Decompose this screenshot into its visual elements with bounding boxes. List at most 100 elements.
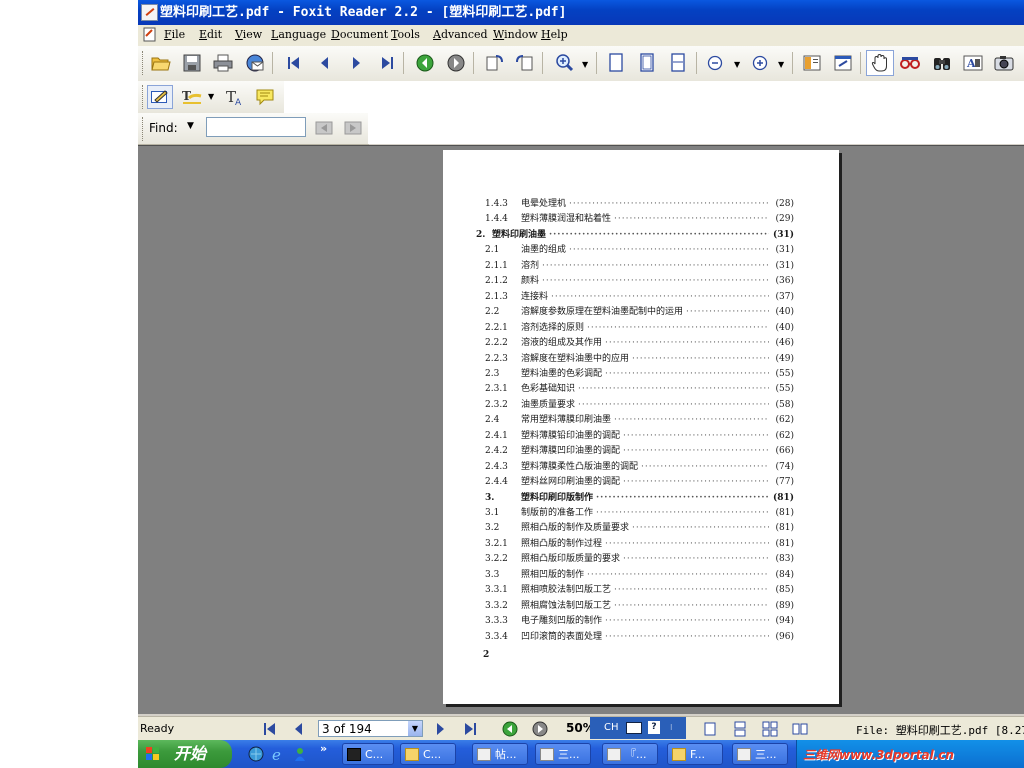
toc-entry: 2.4 常用塑料薄膜印刷油墨 (62) xyxy=(485,413,794,428)
go-forward-icon[interactable] xyxy=(444,51,468,75)
start-button[interactable]: 开始 xyxy=(138,740,232,768)
internet-explorer-icon[interactable]: e xyxy=(270,746,286,762)
go-back-icon[interactable] xyxy=(413,51,437,75)
actual-size-icon[interactable] xyxy=(604,51,628,75)
toc-entry-title: 照相凹版的制作 xyxy=(521,569,585,580)
facing-page-icon[interactable] xyxy=(758,717,782,741)
taskbar-button[interactable]: C... xyxy=(400,743,456,765)
chevron-down-icon[interactable]: ▼ xyxy=(408,721,422,736)
toc-entry-number: 2.1.1 xyxy=(485,260,508,271)
first-page-icon[interactable] xyxy=(282,51,306,75)
toc-entry-title: 色彩基础知识 xyxy=(521,384,576,395)
select-text-icon[interactable] xyxy=(898,51,922,75)
toc-entry-page: (31) xyxy=(772,229,794,240)
toc-leader-dots xyxy=(632,521,769,536)
highlight-text-icon[interactable]: T xyxy=(180,85,204,109)
taskbar-button[interactable]: F... xyxy=(667,743,723,765)
taskbar-button[interactable]: 三... xyxy=(535,743,591,765)
toolbar-grip[interactable] xyxy=(142,85,145,109)
email-icon[interactable] xyxy=(243,51,267,75)
rotate-left-icon[interactable] xyxy=(482,51,506,75)
note-pencil-icon[interactable] xyxy=(147,85,173,109)
ime-options-icon[interactable]: ⁝ xyxy=(670,717,673,739)
text-tool-icon[interactable]: TA xyxy=(222,85,246,109)
toc-entry-number: 2. xyxy=(476,229,486,240)
document-viewport[interactable]: 1.4.3 电晕处理机 (28) 1.4.4 塑料薄膜润湿和粘着性 (29) 2. 塑料印刷油… xyxy=(138,145,1024,714)
chevron-down-icon[interactable]: ▼ xyxy=(734,60,740,69)
toolbar-grip[interactable] xyxy=(142,51,145,75)
rotate-right-icon[interactable] xyxy=(513,51,537,75)
toc-entry: 3.3.4 凹印滚筒的表面处理 (96) xyxy=(485,630,794,645)
messenger-icon[interactable] xyxy=(292,746,308,762)
find-input[interactable] xyxy=(206,117,306,137)
menu-view[interactable]: View xyxy=(235,28,262,41)
taskbar-button[interactable]: C... xyxy=(342,743,394,765)
menu-document[interactable]: Document xyxy=(331,28,388,41)
next-page-icon[interactable] xyxy=(344,51,368,75)
find-previous-icon[interactable] xyxy=(312,116,336,140)
app-icon xyxy=(347,748,361,761)
document-menu-icon[interactable] xyxy=(143,27,157,42)
zoom-tool-icon[interactable] xyxy=(553,51,577,75)
save-icon[interactable] xyxy=(180,51,204,75)
last-page-icon[interactable] xyxy=(375,51,399,75)
find-next-icon[interactable] xyxy=(341,116,365,140)
separator xyxy=(792,52,793,74)
single-page-icon[interactable] xyxy=(698,717,722,741)
continuous-facing-icon[interactable] xyxy=(788,717,812,741)
toc-entry-title: 照相腐蚀法制凹版工艺 xyxy=(521,600,612,611)
title-bar[interactable]: 塑料印刷工艺.pdf - Foxit Reader 2.2 - [塑料印刷工艺.… xyxy=(138,0,1024,25)
toc-leader-dots xyxy=(587,568,769,583)
first-page-icon[interactable] xyxy=(258,717,282,741)
menu-file[interactable]: File xyxy=(164,28,185,41)
toc-entry-number: 2.2 xyxy=(485,307,500,318)
menu-help[interactable]: Help xyxy=(541,28,568,41)
menu-tools[interactable]: Tools xyxy=(391,28,420,41)
find-options-chevron-icon[interactable]: ▼ xyxy=(187,121,194,131)
find-binoculars-icon[interactable] xyxy=(930,51,954,75)
go-back-icon[interactable] xyxy=(498,717,522,741)
fit-page-icon[interactable] xyxy=(635,51,659,75)
fit-width-icon[interactable] xyxy=(666,51,690,75)
taskbar-button[interactable]: 帖... xyxy=(472,743,528,765)
zoom-out-icon[interactable] xyxy=(703,51,727,75)
menu-window[interactable]: Window xyxy=(493,28,538,41)
taskbar-button[interactable]: 三... xyxy=(732,743,788,765)
print-icon[interactable] xyxy=(211,51,235,75)
page-number-field[interactable]: 3 of 194 ▼ xyxy=(318,720,423,737)
last-page-icon[interactable] xyxy=(458,717,482,741)
menu-edit[interactable]: Edit xyxy=(199,28,222,41)
continuous-page-icon[interactable] xyxy=(728,717,752,741)
toc-entry-page: (49) xyxy=(775,353,794,364)
keyboard-icon[interactable] xyxy=(626,722,642,734)
next-page-icon[interactable] xyxy=(428,717,452,741)
chevron-down-icon[interactable]: ▼ xyxy=(582,60,588,69)
windows-taskbar: 开始 e » C... C... 帖... 三... 『... F... 三..… xyxy=(138,740,1024,768)
hand-tool-icon[interactable] xyxy=(866,50,894,76)
typewriter-icon[interactable]: A xyxy=(961,51,985,75)
snapshot-icon[interactable] xyxy=(992,51,1016,75)
zoom-in-icon[interactable] xyxy=(748,51,772,75)
help-icon[interactable]: ? xyxy=(648,721,660,734)
quick-launch-overflow-icon[interactable]: » xyxy=(320,742,327,755)
thumbnails-panel-icon[interactable] xyxy=(831,51,855,75)
toc-entry-title: 常用塑料薄膜印刷油墨 xyxy=(521,415,612,426)
go-forward-icon[interactable] xyxy=(528,717,552,741)
chevron-down-icon[interactable]: ▼ xyxy=(208,92,214,101)
toc-entry-page: (36) xyxy=(775,276,794,287)
menu-advanced[interactable]: Advanced xyxy=(433,28,488,41)
toc-entry-page: (81) xyxy=(772,492,794,503)
toc-entry: 2.4.1 塑料薄膜铅印油墨的调配 (62) xyxy=(485,429,794,444)
menu-language[interactable]: Language xyxy=(271,28,326,41)
previous-page-icon[interactable] xyxy=(313,51,337,75)
bookmarks-panel-icon[interactable] xyxy=(800,51,824,75)
comment-note-icon[interactable] xyxy=(253,85,277,109)
open-icon[interactable] xyxy=(149,51,173,75)
toolbar-grip[interactable] xyxy=(142,117,145,141)
previous-page-icon[interactable] xyxy=(286,717,310,741)
taskbar-button[interactable]: 『... xyxy=(602,743,658,765)
system-tray[interactable]: 三维网www.3dportal.cn xyxy=(796,740,1024,768)
network-icon[interactable] xyxy=(248,746,264,762)
chevron-down-icon[interactable]: ▼ xyxy=(778,60,784,69)
ime-language-bar[interactable]: CH ? ⁝ xyxy=(590,717,686,739)
